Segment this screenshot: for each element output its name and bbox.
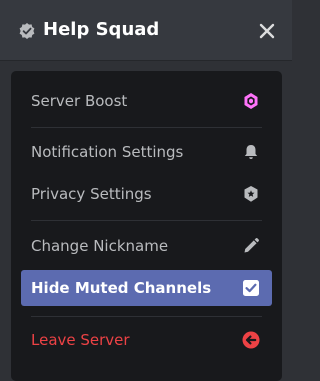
menu-divider: [31, 127, 262, 128]
bell-icon: [244, 145, 258, 159]
shield-star-icon: [244, 186, 258, 202]
menu-item-leave-server[interactable]: Leave Server: [21, 322, 272, 358]
menu-item-server-boost[interactable]: Server Boost: [21, 83, 272, 119]
server-dropdown-menu: Server Boost Notification Settings Priva…: [11, 71, 282, 381]
menu-item-label: Server Boost: [31, 92, 128, 110]
menu-item-label: Leave Server: [31, 331, 130, 349]
menu-item-label: Notification Settings: [31, 143, 184, 161]
close-icon[interactable]: [256, 20, 278, 42]
server-header: Help Squad: [0, 0, 292, 61]
menu-item-privacy-settings[interactable]: Privacy Settings: [21, 176, 272, 212]
menu-divider: [31, 220, 262, 221]
verified-check-icon: [19, 23, 35, 39]
menu-item-label: Change Nickname: [31, 237, 169, 255]
menu-item-label: Privacy Settings: [31, 185, 152, 203]
server-name[interactable]: Help Squad: [43, 18, 159, 42]
pencil-icon: [244, 238, 259, 253]
menu-item-change-nickname[interactable]: Change Nickname: [21, 228, 272, 264]
boost-gem-icon: [244, 93, 258, 109]
checkbox-checked-icon[interactable]: [242, 279, 260, 297]
menu-divider: [31, 316, 262, 317]
menu-item-label: Hide Muted Channels: [31, 279, 212, 297]
menu-item-hide-muted-channels[interactable]: Hide Muted Channels: [21, 270, 272, 306]
leave-arrow-icon: [242, 331, 260, 349]
menu-item-notification-settings[interactable]: Notification Settings: [21, 134, 272, 170]
